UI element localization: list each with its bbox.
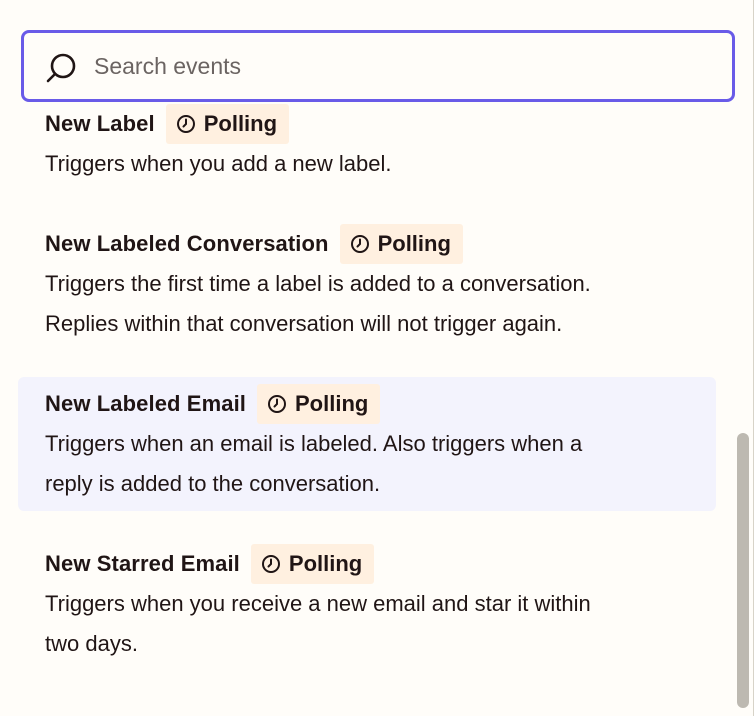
event-title-row: New Labeled Email Polling [45,384,696,424]
event-description: Triggers when you add a new label. [45,151,392,176]
event-item-new-label[interactable]: New Label Polling Triggers when you add … [18,104,716,184]
clock-icon [350,235,369,253]
event-title-row: New Labeled Conversation Polling [45,224,696,264]
event-title: New Label [45,111,155,136]
badge-label: Polling [295,391,369,416]
scrollbar[interactable] [737,0,751,716]
badge-label: Polling [288,551,363,576]
event-description-line: Triggers when an email is labeled. Also … [45,431,583,456]
clock-icon [176,115,195,133]
event-title-row: New Starred Email Polling [45,544,696,584]
search-input[interactable] [94,33,714,99]
polling-badge: Polling [257,384,381,424]
badge-label: Polling [203,111,278,136]
clock-icon [268,395,286,413]
event-description-line: Triggers when you receive a new email an… [45,591,591,616]
event-item-new-labeled-email[interactable]: New Labeled Email Polling Triggers when … [18,377,716,511]
polling-badge: Polling [250,544,375,584]
event-description-line: two days. [45,631,138,656]
event-title-row: New Label Polling [45,104,696,144]
event-description-line: Replies within that conversation will no… [45,311,563,336]
event-description-line: reply is added to the conversation. [45,471,381,496]
search-icon [46,53,76,83]
clock-icon [261,555,280,573]
event-item-new-labeled-conversation[interactable]: New Labeled Conversation Polling Trigger… [18,224,716,344]
polling-badge: Polling [339,224,463,264]
scrollbar-thumb[interactable] [737,433,749,708]
event-title: New Labeled Email [45,391,246,416]
badge-label: Polling [377,231,451,256]
event-title: New Labeled Conversation [45,231,329,256]
polling-badge: Polling [165,104,290,144]
event-list: New Label Polling Triggers when you add … [0,0,740,716]
event-description-line: Triggers the first time a label is added… [45,271,591,296]
event-title: New Starred Email [45,551,240,576]
event-picker-panel: New Label Polling Triggers when you add … [0,0,754,716]
event-item-new-starred-email[interactable]: New Starred Email Polling Triggers when … [18,544,716,664]
search-box [21,30,735,102]
